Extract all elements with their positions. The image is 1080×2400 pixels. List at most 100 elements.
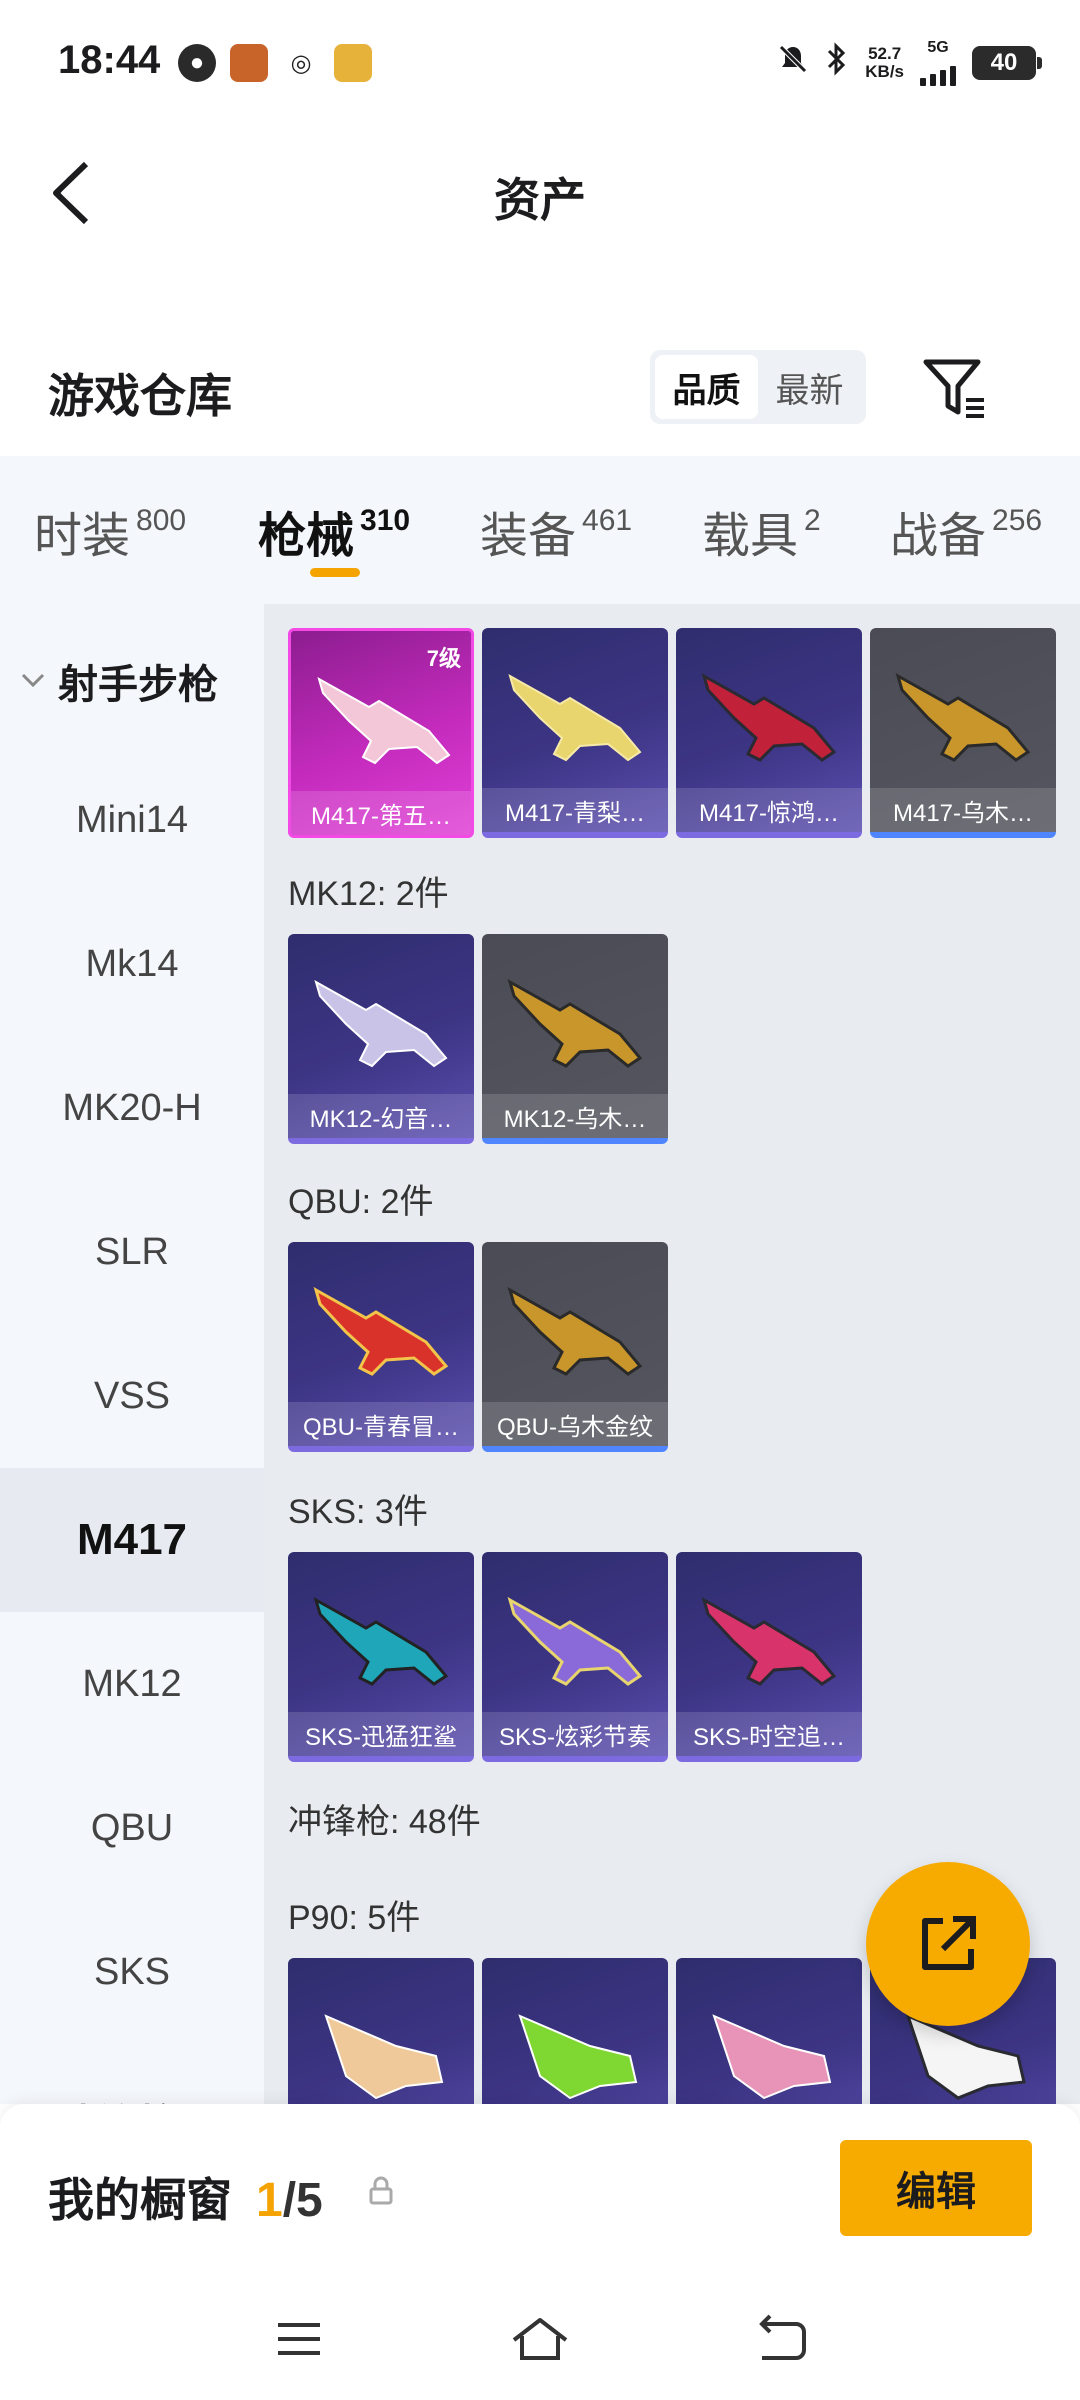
- tab-label: 战备: [890, 510, 987, 563]
- sidebar-group-label: 射手步枪: [58, 663, 218, 707]
- section-header-sks: SKS: 3件: [288, 1493, 428, 1531]
- rifle-icon: [507, 978, 643, 1068]
- item-card[interactable]: SKS-时空追…: [676, 1552, 862, 1762]
- weapon-type-sidebar: 射手步枪 Mini14 Mk14 MK20-H SLR VSS M417 MK1…: [0, 604, 264, 2104]
- nav-home-button[interactable]: [505, 2304, 575, 2374]
- category-tabs: 时装 800 枪械 310 装备 461 载具 2 战备 256: [0, 456, 1080, 604]
- sidebar-group-marksman[interactable]: 射手步枪: [20, 652, 218, 710]
- tab-count: 461: [582, 504, 633, 537]
- battery-icon: 40: [972, 46, 1042, 80]
- status-time: 18:44: [58, 38, 161, 82]
- item-card[interactable]: QBU-青春冒…: [288, 1242, 474, 1452]
- item-card[interactable]: MK12-幻音…: [288, 934, 474, 1144]
- rifle-icon: [895, 672, 1031, 762]
- tab-label: 载具: [702, 510, 799, 563]
- item-card[interactable]: [676, 1958, 862, 2104]
- status-bar: 18:44 ● ◎ 52.7 KB/s 5G 40: [0, 0, 1080, 120]
- section-header-smg: 冲锋枪: 48件: [288, 1803, 481, 1841]
- showcase-panel: 我的橱窗 1/5 编辑: [0, 2104, 1080, 2400]
- rifle-icon: [701, 672, 837, 762]
- battery-level: 40: [990, 49, 1018, 76]
- showcase-total: /5: [282, 2174, 323, 2227]
- app-icon-3: ◎: [290, 49, 312, 77]
- item-card[interactable]: M417-青梨…: [482, 628, 668, 838]
- showcase-label: 我的橱窗: [48, 2174, 232, 2226]
- item-card[interactable]: M417-乌木…: [870, 628, 1056, 838]
- item-card[interactable]: [482, 1958, 668, 2104]
- sidebar-item-qbu[interactable]: QBU: [0, 1756, 264, 1900]
- showcase-current: 1: [256, 2174, 283, 2227]
- share-external-icon: [922, 1916, 976, 1970]
- sidebar-item-sks[interactable]: SKS: [0, 1900, 264, 2044]
- item-card-label: SKS-炫彩节奏: [482, 1712, 668, 1756]
- mute-icon: [777, 43, 809, 83]
- share-button[interactable]: [866, 1862, 1030, 2026]
- sidebar-item-mk12[interactable]: MK12: [0, 1612, 264, 1756]
- status-app-icons: ● ◎: [178, 44, 372, 82]
- net-speed-unit: KB/s: [865, 62, 904, 81]
- sidebar-item-vss[interactable]: VSS: [0, 1324, 264, 1468]
- sort-quality[interactable]: 品质: [655, 355, 758, 419]
- net-speed: 52.7 KB/s: [865, 45, 904, 81]
- item-card-label: M417-乌木…: [870, 788, 1056, 832]
- tab-count: 256: [992, 504, 1043, 537]
- app-icon-1: ●: [178, 44, 216, 82]
- home-icon: [512, 2318, 568, 2360]
- filter-button[interactable]: [920, 354, 990, 424]
- item-card[interactable]: M417-惊鸿…: [676, 628, 862, 838]
- sidebar-item-m417[interactable]: M417: [0, 1468, 264, 1612]
- rifle-icon: [507, 1286, 643, 1376]
- rifle-icon: [317, 676, 451, 765]
- section-header-p90: P90: 5件: [288, 1899, 421, 1937]
- item-card-label: M417-青梨…: [482, 788, 668, 832]
- filter-icon: [923, 359, 984, 418]
- sidebar-item-mk20h[interactable]: MK20-H: [0, 1036, 264, 1180]
- sort-toggle: 品质 最新: [650, 350, 866, 424]
- item-card[interactable]: QBU-乌木金纹: [482, 1242, 668, 1452]
- item-card-label: SKS-迅猛狂鲨: [288, 1712, 474, 1756]
- item-card-label: QBU-乌木金纹: [482, 1402, 668, 1446]
- item-card[interactable]: 7级 M417-第五…: [288, 628, 474, 838]
- tab-count: 800: [136, 504, 187, 537]
- sidebar-item-mini14[interactable]: Mini14: [0, 748, 264, 892]
- tab-label: 枪械: [258, 510, 355, 563]
- tab-label: 时装: [34, 510, 131, 563]
- edit-button[interactable]: 编辑: [840, 2140, 1032, 2236]
- section-header-mk12: MK12: 2件: [288, 875, 449, 913]
- item-card-label: MK12-幻音…: [288, 1094, 474, 1138]
- bluetooth-icon: [825, 42, 849, 84]
- signal-bars-icon: [920, 56, 956, 86]
- tab-vehicles[interactable]: 载具 2: [702, 496, 821, 566]
- nav-menu-button[interactable]: [264, 2304, 334, 2374]
- rifle-icon: [313, 1286, 449, 1376]
- item-card-label: MK12-乌木…: [482, 1094, 668, 1138]
- tab-count: 310: [360, 504, 411, 537]
- return-icon: [759, 2314, 806, 2360]
- tab-guns[interactable]: 枪械 310: [258, 496, 410, 566]
- nav-back-button[interactable]: [746, 2304, 816, 2374]
- tab-count: 2: [804, 504, 821, 537]
- sort-newest[interactable]: 最新: [758, 355, 861, 419]
- sidebar-group-smg[interactable]: 冲锋枪: [20, 2092, 178, 2104]
- item-card[interactable]: SKS-炫彩节奏: [482, 1552, 668, 1762]
- tab-fashion[interactable]: 时装 800: [34, 496, 186, 566]
- tab-equipment[interactable]: 装备 461: [480, 496, 632, 566]
- item-card[interactable]: SKS-迅猛狂鲨: [288, 1552, 474, 1762]
- sidebar-item-mk14[interactable]: Mk14: [0, 892, 264, 1036]
- menu-icon: [278, 2323, 320, 2355]
- sidebar-item-slr[interactable]: SLR: [0, 1180, 264, 1324]
- item-card[interactable]: MK12-乌木…: [482, 934, 668, 1144]
- app-icon-4: [334, 44, 372, 82]
- warehouse-header: 游戏仓库 品质 最新: [0, 330, 1080, 450]
- tab-battle-gear[interactable]: 战备 256: [890, 496, 1042, 566]
- smg-icon: [712, 2014, 832, 2100]
- header: 资产: [0, 120, 1080, 270]
- item-card[interactable]: [288, 1958, 474, 2104]
- system-nav-bar: [0, 2294, 1080, 2384]
- active-tab-indicator: [310, 568, 360, 577]
- rifle-icon: [314, 979, 448, 1068]
- item-card-label: M417-第五…: [291, 791, 471, 835]
- showcase-title: 我的橱窗 1/5: [48, 2164, 323, 2230]
- smg-icon: [324, 2014, 444, 2100]
- warehouse-title: 游戏仓库: [48, 370, 232, 422]
